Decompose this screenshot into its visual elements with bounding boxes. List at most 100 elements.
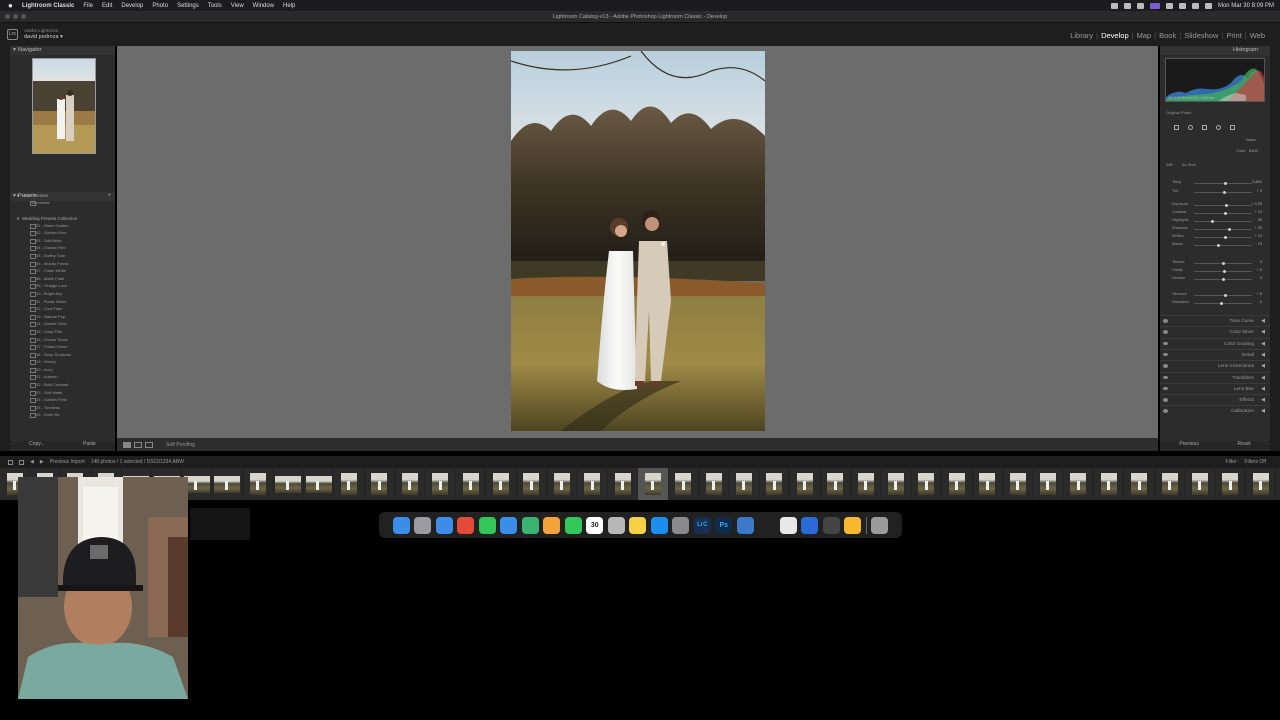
preset-item[interactable]: 26 - Earth Kit [10, 411, 115, 419]
menu-tools[interactable]: Tools [208, 3, 222, 9]
dock-messages-icon[interactable] [478, 516, 496, 534]
dock-safari-icon[interactable] [435, 516, 453, 534]
menu-file[interactable]: File [83, 3, 93, 9]
preset-item[interactable]: 10 - Bright Airy [10, 290, 115, 298]
creative-cloud-icon[interactable] [1136, 2, 1144, 9]
visibility-eye-icon[interactable] [1163, 341, 1168, 346]
slider-value[interactable]: + 5 [1257, 268, 1262, 272]
preset-item[interactable]: 09 - Vintage Love [10, 282, 115, 290]
menu-photo[interactable]: Photo [152, 3, 168, 9]
reset-button[interactable]: Reset [1238, 441, 1251, 450]
section-tone-curve[interactable]: Tone Curve ◀ [1160, 315, 1270, 326]
previous-button[interactable]: Previous [1179, 441, 1198, 450]
dropbox-icon[interactable] [1110, 2, 1118, 9]
slider-thumb[interactable] [1224, 235, 1228, 239]
slider-track[interactable] [1194, 245, 1252, 246]
menu-edit[interactable]: Edit [102, 3, 112, 9]
preset-item[interactable]: 25 - Timeless [10, 404, 115, 412]
slider-saturation[interactable]: Saturation - 5 [1166, 300, 1264, 306]
preset-item[interactable]: 07 - Clean White [10, 267, 115, 275]
slider-track[interactable] [1194, 229, 1252, 230]
preset-item[interactable]: 04 - Classic Film [10, 244, 115, 252]
filter-value[interactable]: Filters Off [1244, 459, 1266, 465]
slider-blacks[interactable]: Blacks - 15 [1166, 242, 1264, 248]
preset-item[interactable]: 17 - Faded Green [10, 343, 115, 351]
filmstrip-thumbnail[interactable] [1155, 468, 1186, 500]
dock-photoshop-icon[interactable]: Ps [715, 516, 733, 534]
slider-value[interactable]: 0 [1260, 260, 1262, 264]
crop-tool-icon[interactable] [1174, 125, 1179, 130]
section-calibration[interactable]: Calibration ◀ [1160, 405, 1270, 416]
preset-item[interactable]: 24 - Golden Field [10, 396, 115, 404]
slider-thumb[interactable] [1222, 190, 1226, 194]
section-lens-blur[interactable]: Lens Blur ◀ [1160, 382, 1270, 394]
preset-item[interactable]: 11 - Rustic Warm [10, 298, 115, 306]
soft-proofing-checkbox[interactable]: Soft Proofing [166, 442, 195, 448]
visibility-eye-icon[interactable] [1163, 330, 1168, 334]
slider-thumb[interactable] [1224, 203, 1228, 207]
preset-item[interactable]: 06 - Moody Forest [10, 260, 115, 268]
filmstrip-thumbnail[interactable] [1033, 468, 1064, 500]
section-detail[interactable]: Detail ◀ [1160, 348, 1270, 360]
slider-value[interactable]: - 15 [1255, 242, 1262, 246]
module-map[interactable]: Map [1134, 31, 1155, 40]
preset-item[interactable]: 22 - Bold Contrast [10, 381, 115, 389]
preset-item[interactable]: 05 - Earthy Tone [10, 252, 115, 260]
navigator-header[interactable]: ▼ Navigator [10, 46, 115, 55]
dock-contacts-icon[interactable] [607, 516, 625, 534]
preset-item[interactable]: 08 - Matte Fade [10, 275, 115, 283]
slider-thumb[interactable] [1224, 211, 1228, 215]
menu-app-name[interactable]: Lightroom Classic [22, 3, 74, 9]
filmstrip-thumbnail[interactable] [912, 468, 943, 500]
slider-track[interactable] [1194, 303, 1252, 304]
visibility-eye-icon[interactable] [1163, 386, 1168, 391]
slider-clarity[interactable]: Clarity + 5 [1166, 268, 1264, 274]
slider-track[interactable] [1194, 205, 1252, 206]
slider-thumb[interactable] [1219, 301, 1223, 305]
preset-item[interactable]: 18 - Deep Shadows [10, 351, 115, 359]
treatment-bw[interactable]: B&W [1249, 148, 1258, 153]
collapse-triangle-icon[interactable]: ◀ [1261, 329, 1265, 335]
filmstrip-thumbnail[interactable] [851, 468, 882, 500]
filmstrip-thumbnail[interactable] [942, 468, 973, 500]
filmstrip-thumbnail[interactable] [243, 468, 274, 500]
filmstrip-thumbnail[interactable] [1094, 468, 1125, 500]
filmstrip-thumbnail[interactable] [577, 468, 608, 500]
filmstrip-thumbnail[interactable] [1124, 468, 1155, 500]
collapse-triangle-icon[interactable]: ◀ [1261, 363, 1265, 369]
dock-photos-icon[interactable] [543, 516, 561, 534]
filmstrip-thumbnail[interactable] [425, 468, 456, 500]
histogram[interactable]: ISO 100 50 mm f/4.0 1/400 sec [1165, 58, 1265, 102]
collapse-triangle-icon[interactable]: ◀ [1261, 341, 1265, 347]
preset-item[interactable]: 19 - Honey [10, 358, 115, 366]
filmstrip-thumbnail[interactable] [1246, 468, 1277, 500]
slider-thumb[interactable] [1221, 277, 1225, 281]
masking-tool-icon[interactable] [1216, 125, 1221, 130]
paste-button[interactable]: Paste [83, 441, 96, 450]
slider-track[interactable] [1194, 237, 1252, 238]
filmstrip-thumbnail[interactable] [729, 468, 760, 500]
visibility-eye-icon[interactable] [1163, 398, 1168, 402]
slider-value[interactable]: 5,800 [1252, 180, 1262, 184]
preset-item[interactable]: 23 - Soft Matte [10, 389, 115, 397]
recording-icon[interactable] [1149, 2, 1160, 9]
dock-notes-icon[interactable] [629, 516, 647, 534]
section-color-mixer[interactable]: Color Mixer ◀ [1160, 326, 1270, 337]
slider-vibrance[interactable]: Vibrance + 8 [1166, 292, 1264, 298]
filmstrip-thumbnail[interactable] [881, 468, 912, 500]
module-book[interactable]: Book [1156, 31, 1179, 40]
slider-thumb[interactable] [1221, 261, 1225, 265]
menu-help[interactable]: Help [283, 3, 295, 9]
filmstrip-thumbnail[interactable] [1185, 468, 1216, 500]
filmstrip-thumbnail[interactable] [456, 468, 487, 500]
filmstrip-thumbnail[interactable] [274, 468, 304, 500]
preset-group-user[interactable]: ▼ User Presets [10, 192, 115, 199]
preset-item[interactable]: 16 - Cream Tones [10, 336, 115, 344]
dock-capcut-icon[interactable] [758, 516, 776, 534]
slider-thumb[interactable] [1216, 243, 1220, 247]
section-transform[interactable]: Transform ◀ [1160, 371, 1270, 383]
slider-whites[interactable]: Whites + 10 [1166, 234, 1264, 240]
module-library[interactable]: Library [1067, 31, 1096, 40]
dock-calendar-icon[interactable]: 30 [586, 516, 604, 534]
dock-preview-icon[interactable] [736, 516, 754, 534]
